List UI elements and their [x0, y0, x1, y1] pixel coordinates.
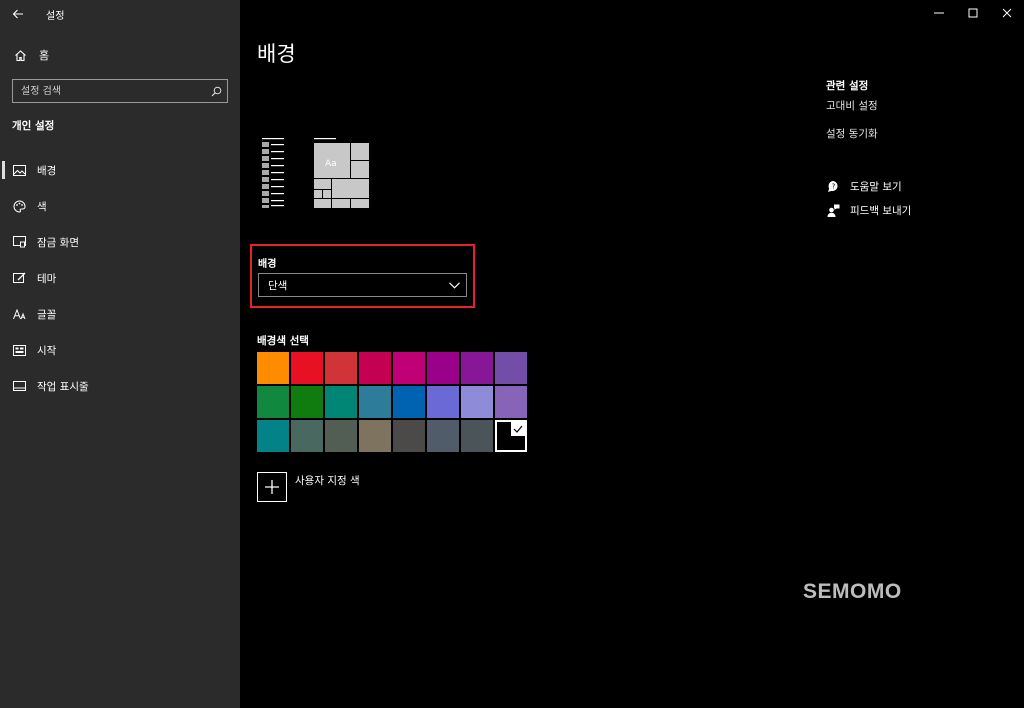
sidebar-item-taskbar[interactable]: 작업 표시줄: [0, 368, 240, 404]
color-swatch[interactable]: [291, 386, 323, 418]
color-swatch-grid: [257, 352, 531, 452]
help-links: ? 도움말 보기 피드백 보내기: [826, 175, 1006, 223]
start-menu-tiles-preview: [314, 138, 369, 208]
back-arrow-icon: [12, 9, 23, 19]
color-swatch[interactable]: [461, 420, 493, 452]
back-button[interactable]: [0, 0, 36, 28]
color-swatch[interactable]: [495, 420, 527, 452]
minimize-button[interactable]: [922, 0, 956, 26]
plus-icon: [257, 472, 287, 502]
image-icon: [12, 163, 26, 177]
give-feedback-link[interactable]: 피드백 보내기: [826, 199, 1006, 221]
home-label: 홈: [39, 49, 50, 62]
get-help-label: 도움말 보기: [850, 180, 902, 193]
start-menu-list-preview: [262, 138, 284, 208]
home-icon: [15, 49, 26, 61]
get-help-link[interactable]: ? 도움말 보기: [826, 175, 1006, 197]
search-button[interactable]: [205, 80, 227, 102]
color-swatch[interactable]: [291, 420, 323, 452]
maximize-icon: [968, 8, 978, 18]
sidebar-item-label: 잠금 화면: [37, 236, 79, 249]
nav-list: 배경 색 잠금 화면 테마 글꼴 시작 작업 표시줄: [0, 152, 240, 404]
background-preview: Aa: [257, 135, 377, 215]
sidebar-item-colors[interactable]: 색: [0, 188, 240, 224]
color-swatch[interactable]: [393, 386, 425, 418]
theme-icon: [12, 271, 26, 285]
search-input[interactable]: [13, 80, 205, 102]
search-icon: [211, 86, 221, 96]
feedback-person-icon: [826, 203, 840, 217]
sync-settings-link[interactable]: 설정 동기화: [826, 126, 878, 141]
color-swatch[interactable]: [495, 386, 527, 418]
title-bar-left: 설정: [0, 0, 240, 28]
color-swatch[interactable]: [325, 352, 357, 384]
color-swatch[interactable]: [257, 420, 289, 452]
preview-tile-text: Aa: [325, 159, 337, 169]
sidebar-item-label: 배경: [37, 164, 57, 177]
color-swatch[interactable]: [257, 352, 289, 384]
checkmark-icon: [511, 422, 525, 436]
color-swatch[interactable]: [427, 420, 459, 452]
minimize-icon: [934, 12, 944, 14]
close-icon: [1002, 8, 1012, 18]
page-title: 배경: [257, 42, 296, 66]
give-feedback-label: 피드백 보내기: [850, 204, 912, 217]
lock-screen-icon: [12, 235, 26, 249]
sidebar-item-start[interactable]: 시작: [0, 332, 240, 368]
window-controls: [922, 0, 1024, 28]
color-swatch[interactable]: [359, 420, 391, 452]
start-icon: [12, 343, 26, 357]
sidebar-item-background[interactable]: 배경: [0, 152, 240, 188]
search-box[interactable]: [12, 79, 228, 103]
color-swatch[interactable]: [291, 352, 323, 384]
help-chat-icon: ?: [826, 179, 840, 193]
color-swatch[interactable]: [325, 386, 357, 418]
font-icon: [12, 307, 26, 321]
high-contrast-link[interactable]: 고대비 설정: [826, 98, 878, 113]
color-swatch[interactable]: [427, 352, 459, 384]
color-swatch[interactable]: [393, 420, 425, 452]
palette-icon: [12, 199, 26, 213]
sidebar-item-themes[interactable]: 테마: [0, 260, 240, 296]
related-settings: 관련 설정 고대비 설정 설정 동기화: [826, 78, 1006, 140]
sidebar-item-label: 작업 표시줄: [37, 380, 89, 393]
color-swatch[interactable]: [359, 352, 391, 384]
color-swatch[interactable]: [393, 352, 425, 384]
background-label: 배경: [258, 259, 277, 270]
sidebar-item-label: 색: [37, 200, 47, 213]
sidebar-item-label: 글꼴: [37, 308, 57, 321]
svg-text:?: ?: [831, 182, 835, 190]
section-title: 개인 설정: [12, 120, 55, 132]
color-swatch[interactable]: [325, 420, 357, 452]
color-swatch[interactable]: [427, 386, 459, 418]
color-swatch[interactable]: [359, 386, 391, 418]
sidebar-item-label: 시작: [37, 344, 57, 357]
sidebar-item-fonts[interactable]: 글꼴: [0, 296, 240, 332]
custom-color-button[interactable]: 사용자 지정 색: [257, 472, 360, 502]
background-dropdown-value: 단색: [268, 279, 288, 292]
sidebar-item-label: 테마: [37, 272, 57, 285]
watermark-text: SEMOMO: [803, 580, 902, 603]
home-button[interactable]: 홈: [0, 44, 240, 66]
chevron-down-icon: [449, 281, 460, 289]
related-settings-title: 관련 설정: [826, 80, 869, 92]
background-setting-highlight: 배경 단색: [250, 244, 475, 308]
close-button[interactable]: [990, 0, 1024, 26]
taskbar-icon: [12, 379, 26, 393]
app-title: 설정: [46, 10, 65, 22]
color-swatch[interactable]: [257, 386, 289, 418]
color-swatch[interactable]: [461, 352, 493, 384]
background-dropdown[interactable]: 단색: [258, 273, 467, 297]
color-swatch[interactable]: [495, 352, 527, 384]
color-picker-title: 배경색 선택: [257, 335, 309, 347]
sidebar: 설정 홈 개인 설정 배경 색 잠금 화면: [0, 0, 240, 708]
custom-color-label: 사용자 지정 색: [295, 474, 360, 487]
sidebar-item-lock-screen[interactable]: 잠금 화면: [0, 224, 240, 260]
maximize-button[interactable]: [956, 0, 990, 26]
color-swatch[interactable]: [461, 386, 493, 418]
